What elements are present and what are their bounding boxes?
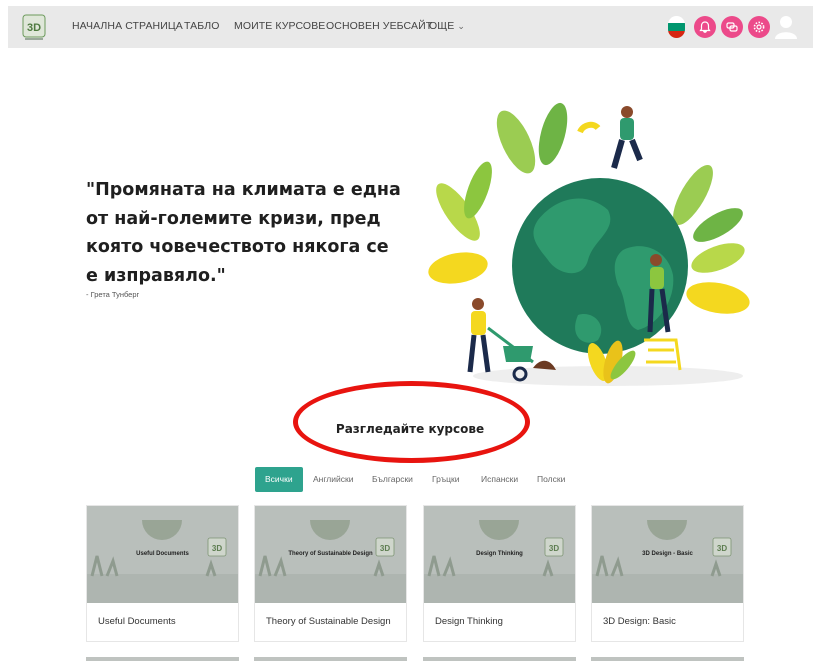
thumbnail-label: 3D Design - Basic xyxy=(642,551,693,557)
course-thumbnail: 3D Theory of Sustainable Design xyxy=(255,506,406,603)
course-thumbnail: 3D 3D Design - Basic xyxy=(592,506,743,603)
notification-icon[interactable] xyxy=(694,16,716,38)
svg-text:3D: 3D xyxy=(27,22,41,34)
course-thumbnail: 3D Useful Documents xyxy=(87,506,238,603)
course-card[interactable]: 3D Theory of Sustainable Design Theory o… xyxy=(254,505,407,642)
course-title[interactable]: Theory of Sustainable Design xyxy=(266,616,391,627)
nav-home[interactable]: НАЧАЛНА СТРАНИЦА xyxy=(72,20,183,32)
course-card-partial[interactable] xyxy=(86,657,239,661)
quote-author: - Грета Тунберг xyxy=(86,290,140,299)
top-navbar: 3D НАЧАЛНА СТРАНИЦА ТАБЛО МОИТЕ КУРСОВЕ … xyxy=(8,6,813,48)
course-card-partial[interactable] xyxy=(591,657,744,661)
site-logo[interactable]: 3D xyxy=(22,14,46,42)
thumbnail-label: Design Thinking xyxy=(476,551,523,557)
nav-dashboard[interactable]: ТАБЛО xyxy=(184,20,220,32)
settings-icon[interactable] xyxy=(748,16,770,38)
filter-all[interactable]: Всички xyxy=(255,467,303,492)
chevron-down-icon: ⌄ xyxy=(457,21,466,31)
flag-icon[interactable] xyxy=(668,16,685,38)
hero-quote: "Промяната на климата е една от най-голе… xyxy=(86,180,401,286)
nav-my-courses[interactable]: МОИТЕ КУРСОВЕ xyxy=(234,20,325,32)
course-title[interactable]: 3D Design: Basic xyxy=(603,616,676,627)
filter-polish[interactable]: Полски xyxy=(537,467,565,492)
user-avatar-icon[interactable] xyxy=(775,15,797,39)
course-card[interactable]: 3D 3D Design - Basic 3D Design: Basic xyxy=(591,505,744,642)
climate-earth-illustration xyxy=(418,100,758,390)
nav-more-label: ОЩЕ xyxy=(429,20,455,32)
filter-greek[interactable]: Гръцки xyxy=(432,467,460,492)
course-title[interactable]: Design Thinking xyxy=(435,616,503,627)
filter-spanish[interactable]: Испански xyxy=(481,467,518,492)
course-card[interactable]: 3D Useful Documents Useful Documents xyxy=(86,505,239,642)
course-card-partial[interactable] xyxy=(254,657,407,661)
messages-icon[interactable] xyxy=(721,16,743,38)
filter-english[interactable]: Английски xyxy=(313,467,353,492)
thumbnail-label: Useful Documents xyxy=(136,551,189,557)
thumbnail-label: Theory of Sustainable Design xyxy=(288,551,373,557)
filter-bulgarian[interactable]: Български xyxy=(372,467,413,492)
section-title: Разгледайте курсове xyxy=(335,422,485,436)
course-card-partial[interactable] xyxy=(423,657,576,661)
nav-main-website[interactable]: ОСНОВЕН УЕБСАЙТ xyxy=(326,20,432,32)
course-card[interactable]: 3D Design Thinking Design Thinking xyxy=(423,505,576,642)
course-title[interactable]: Useful Documents xyxy=(98,616,176,627)
nav-more[interactable]: ОЩЕ ⌄ xyxy=(429,20,465,32)
course-thumbnail: 3D Design Thinking xyxy=(424,506,575,603)
